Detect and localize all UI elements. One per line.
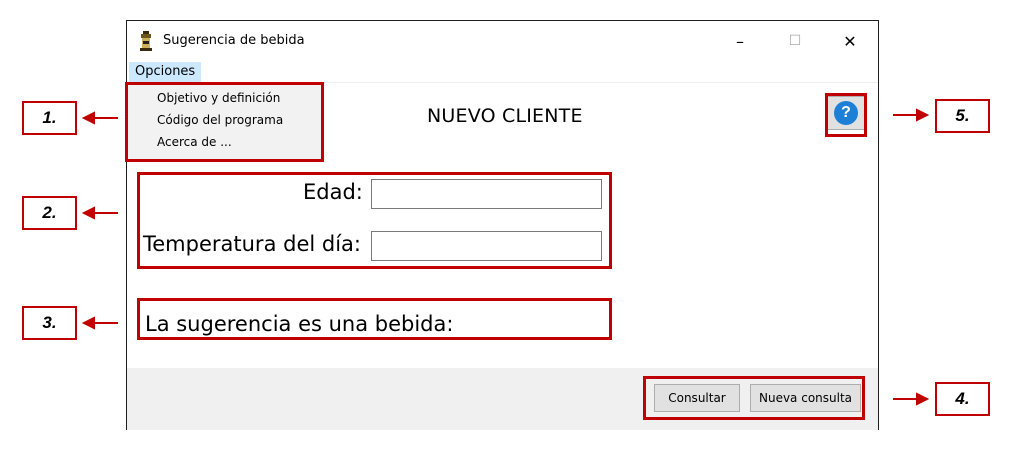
annotation-arrows [81, 108, 930, 406]
arrow-right-icon [916, 392, 930, 406]
arrow-left-icon [81, 316, 95, 330]
arrow-left-icon [81, 111, 95, 125]
arrow-right-icon [916, 108, 930, 122]
arrow-left-icon [81, 206, 95, 220]
